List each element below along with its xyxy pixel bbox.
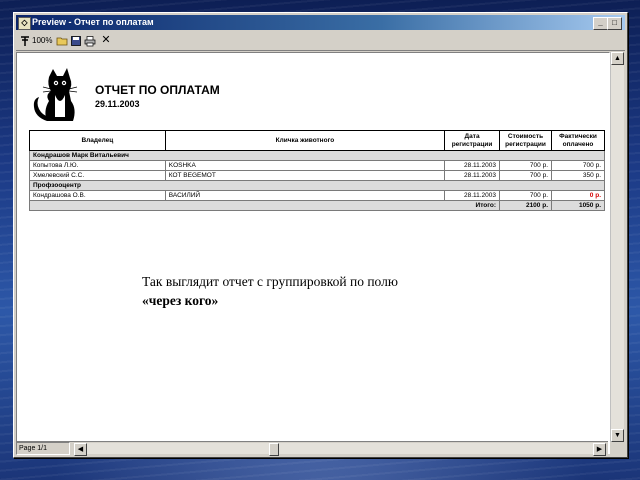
title-bar[interactable]: ◇ Preview - Отчет по оплатам _ □ <box>16 15 625 30</box>
preview-window: ◇ Preview - Отчет по оплатам _ □ 100% ✕ <box>13 12 628 458</box>
horizontal-scrollbar[interactable]: ◀ ▶ <box>74 443 606 456</box>
table-row: Хмелевский С.С. КОТ BEGEMOT 28.11.2003 7… <box>29 170 605 181</box>
minimize-button[interactable]: _ <box>593 17 608 30</box>
column-header-cost: Стоимость регистрации <box>499 130 552 151</box>
date-cell: 28.11.2003 <box>444 160 501 171</box>
report-date: 29.11.2003 <box>95 99 140 109</box>
date-cell: 28.11.2003 <box>444 190 501 201</box>
paid-cell: 700 р. <box>551 160 605 171</box>
owner-cell: Копытова Л.Ю. <box>29 160 166 171</box>
cat-logo-icon <box>33 68 78 121</box>
app-icon: ◇ <box>18 17 31 30</box>
paid-cell: 350 р. <box>551 170 605 181</box>
scroll-up-icon[interactable]: ▲ <box>611 52 624 65</box>
report-title: ОТЧЕТ ПО ОПЛАТАМ <box>95 83 220 97</box>
pin-icon[interactable] <box>19 35 31 47</box>
total-label: Итого: <box>444 200 501 211</box>
column-header-owner: Владелец <box>29 130 166 151</box>
group-row: Профзооцентр <box>29 180 605 191</box>
pet-cell: KOSHKA <box>164 160 446 171</box>
report-page: ОТЧЕТ ПО ОПЛАТАМ 29.11.2003 Владелец Кли… <box>16 52 610 454</box>
total-spacer <box>165 200 445 211</box>
close-icon[interactable]: ✕ <box>100 35 112 47</box>
toolbar: 100% ✕ <box>16 32 625 51</box>
total-row: Итого: 2100 р. 1050 р. <box>29 200 605 211</box>
payments-table: Владелец Кличка животного Дата регистрац… <box>29 130 605 211</box>
print-icon[interactable] <box>84 35 96 47</box>
scroll-thumb[interactable] <box>269 443 279 456</box>
maximize-button[interactable]: □ <box>607 17 622 30</box>
cost-cell: 700 р. <box>499 190 552 201</box>
caption-line-2: «через кого» <box>142 293 219 308</box>
date-cell: 28.11.2003 <box>444 170 501 181</box>
save-icon[interactable] <box>70 35 82 47</box>
window-title: Preview - Отчет по оплатам <box>32 17 154 27</box>
table-header: Владелец Кличка животного Дата регистрац… <box>29 130 605 151</box>
pet-cell: КОТ BEGEMOT <box>164 170 446 181</box>
total-spacer <box>29 200 166 211</box>
group-row: Кондрашов Марк Витальевич <box>29 150 605 161</box>
paid-cell: 0 р. <box>551 190 605 201</box>
page-indicator: Page 1/1 <box>16 442 70 455</box>
open-icon[interactable] <box>56 35 68 47</box>
table-row: Копытова Л.Ю. KOSHKA 28.11.2003 700 р. 7… <box>29 160 605 171</box>
column-header-date: Дата регистрации <box>444 130 501 151</box>
owner-cell: Кондрашова О.В. <box>29 190 166 201</box>
total-cost: 2100 р. <box>499 200 552 211</box>
scroll-right-icon[interactable]: ▶ <box>593 443 606 456</box>
column-header-paid: Фактически оплачено <box>551 130 605 151</box>
status-bar: Page 1/1 ◀ ▶ <box>16 441 608 456</box>
group-name: Профзооцентр <box>29 180 605 191</box>
group-name: Кондрашов Марк Витальевич <box>29 150 605 161</box>
vertical-scrollbar[interactable]: ▲ ▼ <box>610 52 624 442</box>
pet-cell: ВАСИЛИЙ <box>164 190 446 201</box>
total-paid: 1050 р. <box>551 200 605 211</box>
owner-cell: Хмелевский С.С. <box>29 170 166 181</box>
scroll-down-icon[interactable]: ▼ <box>611 429 624 442</box>
scroll-left-icon[interactable]: ◀ <box>74 443 87 456</box>
slide-caption: Так выглядит отчет с группировкой по пол… <box>142 272 502 310</box>
cost-cell: 700 р. <box>499 170 552 181</box>
table-row: Кондрашова О.В. ВАСИЛИЙ 28.11.2003 700 р… <box>29 190 605 201</box>
column-header-pet: Кличка животного <box>164 130 446 151</box>
zoom-button[interactable]: 100% <box>32 35 52 47</box>
cost-cell: 700 р. <box>499 160 552 171</box>
caption-line-1: Так выглядит отчет с группировкой по пол… <box>142 274 398 289</box>
